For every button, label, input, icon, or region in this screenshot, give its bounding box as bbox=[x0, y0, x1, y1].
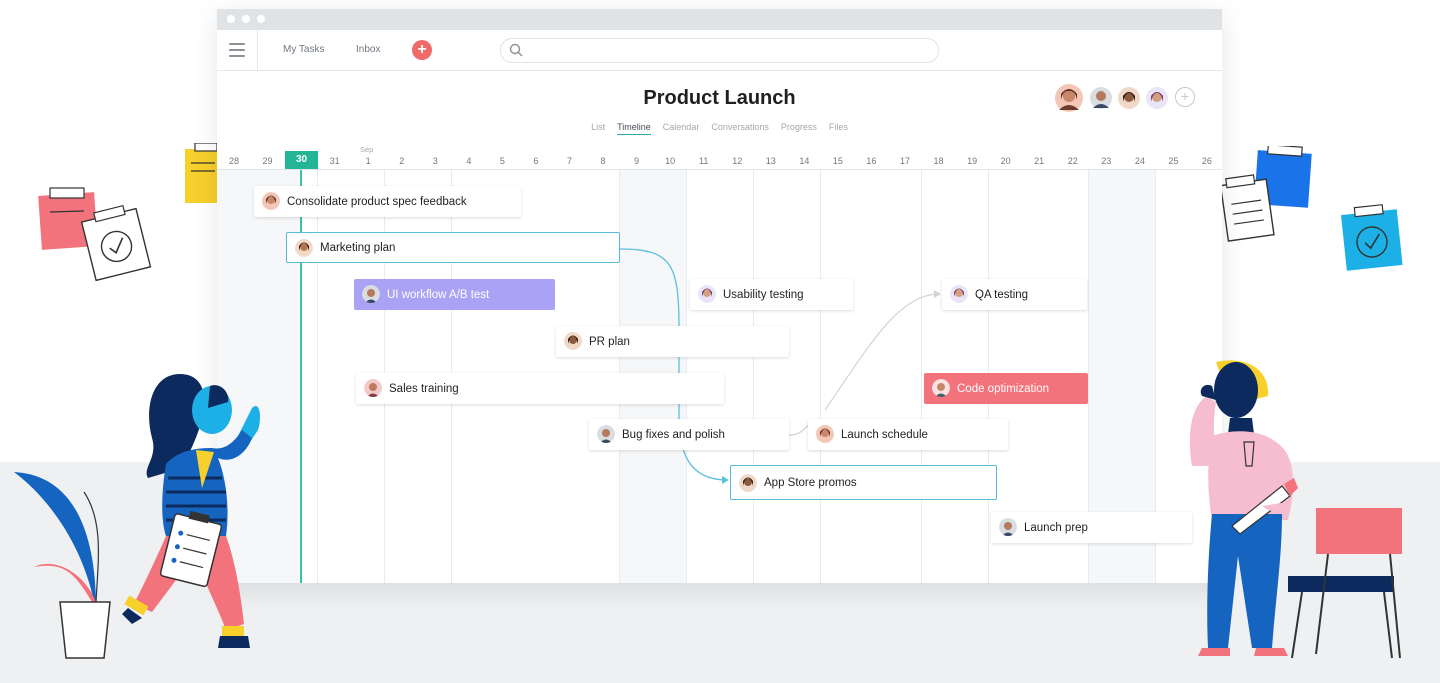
avatar bbox=[364, 379, 382, 397]
task-bar[interactable]: Usability testing bbox=[690, 279, 853, 310]
avatar bbox=[597, 425, 615, 443]
task-label: Marketing plan bbox=[320, 241, 396, 254]
avatar bbox=[932, 379, 950, 397]
task-label: Sales training bbox=[389, 382, 459, 395]
avatar bbox=[262, 192, 280, 210]
task-label: App Store promos bbox=[764, 476, 857, 489]
task-label: QA testing bbox=[975, 288, 1029, 301]
task-label: Launch prep bbox=[1024, 521, 1088, 534]
avatar bbox=[816, 425, 834, 443]
task-label: Launch schedule bbox=[841, 428, 928, 441]
task-bar[interactable]: Sales training bbox=[356, 373, 724, 404]
task-label: PR plan bbox=[589, 335, 630, 348]
sticky-notes-left-illustration bbox=[38, 187, 152, 282]
avatar bbox=[739, 474, 757, 492]
task-label: Consolidate product spec feedback bbox=[287, 195, 467, 208]
avatar bbox=[950, 285, 968, 303]
task-label: Usability testing bbox=[723, 288, 804, 301]
task-bar[interactable]: App Store promos bbox=[730, 465, 997, 500]
task-label: UI workflow A/B test bbox=[387, 288, 490, 301]
avatar bbox=[564, 332, 582, 350]
task-bar[interactable]: Launch schedule bbox=[808, 419, 1008, 450]
task-label: Bug fixes and polish bbox=[622, 428, 725, 441]
sticky-notes-right-illustration bbox=[1220, 146, 1403, 271]
chair-illustration bbox=[1288, 508, 1402, 659]
task-bar[interactable]: Marketing plan bbox=[286, 232, 620, 263]
avatar bbox=[362, 285, 380, 303]
avatar bbox=[999, 518, 1017, 536]
app-window: My Tasks Inbox + Product Launch + List Ti… bbox=[217, 9, 1222, 583]
avatar bbox=[295, 239, 313, 257]
task-bar[interactable]: UI workflow A/B test bbox=[354, 279, 555, 310]
plant-illustration bbox=[14, 472, 111, 659]
task-bar[interactable]: Consolidate product spec feedback bbox=[254, 186, 521, 217]
task-bar[interactable]: QA testing bbox=[942, 279, 1087, 310]
task-bar[interactable]: Launch prep bbox=[991, 512, 1192, 543]
task-label: Code optimization bbox=[957, 382, 1050, 395]
task-bar[interactable]: Bug fixes and polish bbox=[589, 419, 789, 450]
person-illustration bbox=[122, 374, 260, 648]
today-date-badge: 30 bbox=[285, 151, 318, 169]
task-bar[interactable]: PR plan bbox=[556, 326, 789, 357]
task-bar[interactable]: Code optimization bbox=[924, 373, 1088, 404]
avatar bbox=[698, 285, 716, 303]
